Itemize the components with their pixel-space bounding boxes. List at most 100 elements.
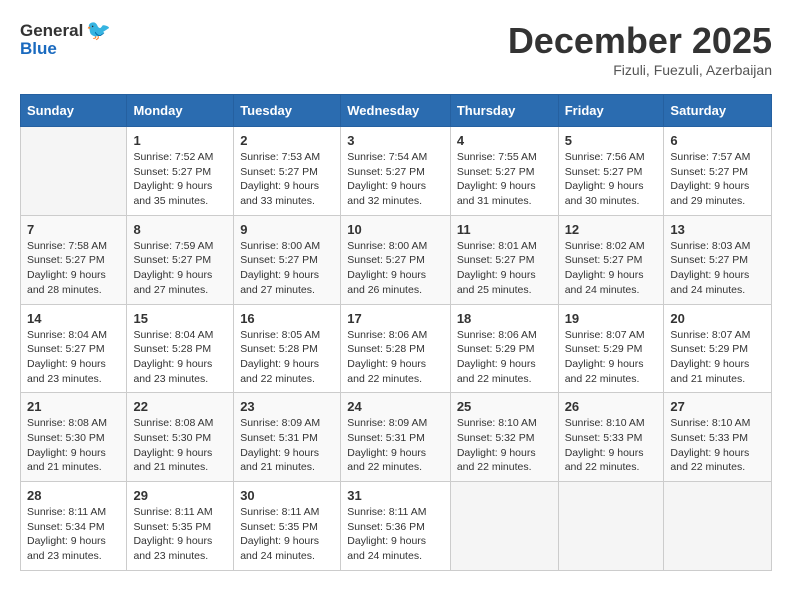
logo-bird-icon: 🐦: [86, 20, 111, 42]
day-info: Sunrise: 8:04 AMSunset: 5:27 PMDaylight:…: [27, 328, 120, 387]
day-number: 30: [240, 488, 334, 503]
day-number: 17: [347, 311, 444, 326]
day-number: 18: [457, 311, 552, 326]
day-info: Sunrise: 8:11 AMSunset: 5:35 PMDaylight:…: [240, 505, 334, 564]
calendar-cell: 4Sunrise: 7:55 AMSunset: 5:27 PMDaylight…: [450, 127, 558, 216]
calendar-cell: [450, 482, 558, 571]
day-info: Sunrise: 8:11 AMSunset: 5:34 PMDaylight:…: [27, 505, 120, 564]
day-info: Sunrise: 8:06 AMSunset: 5:29 PMDaylight:…: [457, 328, 552, 387]
day-info: Sunrise: 8:10 AMSunset: 5:32 PMDaylight:…: [457, 416, 552, 475]
day-info: Sunrise: 8:03 AMSunset: 5:27 PMDaylight:…: [670, 239, 765, 298]
day-info: Sunrise: 8:11 AMSunset: 5:36 PMDaylight:…: [347, 505, 444, 564]
header: General 🐦 Blue December 2025 Fizuli, Fue…: [20, 20, 772, 78]
calendar-cell: 26 Sunrise: 8:10 AMSunset: 5:33 PMDayligh…: [558, 393, 664, 482]
day-number: 21: [27, 399, 120, 414]
day-info: Sunrise: 8:02 AMSunset: 5:27 PMDaylight:…: [565, 239, 658, 298]
day-info: Sunrise: 8:10 AMSunset: 5:33 PMDaylight:…: [565, 416, 658, 475]
calendar-cell: 28 Sunrise: 8:11 AMSunset: 5:34 PMDayligh…: [21, 482, 127, 571]
day-number: 27: [670, 399, 765, 414]
day-number: 7: [27, 222, 120, 237]
day-info: Sunrise: 8:07 AMSunset: 5:29 PMDaylight:…: [565, 328, 658, 387]
day-number: 10: [347, 222, 444, 237]
day-info: Sunrise: 8:08 AMSunset: 5:30 PMDaylight:…: [27, 416, 120, 475]
calendar-cell: 22 Sunrise: 8:08 AMSunset: 5:30 PMDayligh…: [127, 393, 234, 482]
day-number: 16: [240, 311, 334, 326]
calendar-cell: 3Sunrise: 7:54 AMSunset: 5:27 PMDaylight…: [341, 127, 451, 216]
calendar-cell: 24 Sunrise: 8:09 AMSunset: 5:31 PMDayligh…: [341, 393, 451, 482]
logo-blue: Blue: [20, 40, 57, 59]
header-tuesday: Tuesday: [234, 95, 341, 127]
calendar-cell: 2 Sunrise: 7:53 AMSunset: 5:27 PMDaylight…: [234, 127, 341, 216]
calendar-cell: 30 Sunrise: 8:11 AMSunset: 5:35 PMDayligh…: [234, 482, 341, 571]
calendar-cell: 18 Sunrise: 8:06 AMSunset: 5:29 PMDayligh…: [450, 304, 558, 393]
calendar-cell: [558, 482, 664, 571]
day-number: 4: [457, 133, 552, 148]
day-number: 14: [27, 311, 120, 326]
day-number: 8: [133, 222, 227, 237]
day-info: Sunrise: 8:06 AMSunset: 5:28 PMDaylight:…: [347, 328, 444, 387]
week-row-5: 28 Sunrise: 8:11 AMSunset: 5:34 PMDayligh…: [21, 482, 772, 571]
day-number: 9: [240, 222, 334, 237]
calendar-cell: 29Sunrise: 8:11 AMSunset: 5:35 PMDayligh…: [127, 482, 234, 571]
calendar-cell: 21 Sunrise: 8:08 AMSunset: 5:30 PMDayligh…: [21, 393, 127, 482]
day-number: 25: [457, 399, 552, 414]
logo: General 🐦 Blue: [20, 20, 111, 59]
day-info: Sunrise: 7:54 AMSunset: 5:27 PMDaylight:…: [347, 150, 444, 209]
calendar-header-row: SundayMondayTuesdayWednesdayThursdayFrid…: [21, 95, 772, 127]
calendar-cell: 6Sunrise: 7:57 AMSunset: 5:27 PMDaylight…: [664, 127, 772, 216]
day-info: Sunrise: 8:00 AMSunset: 5:27 PMDaylight:…: [240, 239, 334, 298]
day-number: 15: [133, 311, 227, 326]
week-row-2: 7Sunrise: 7:58 AMSunset: 5:27 PMDaylight…: [21, 215, 772, 304]
day-number: 23: [240, 399, 334, 414]
location-subtitle: Fizuli, Fuezuli, Azerbaijan: [508, 62, 772, 78]
day-info: Sunrise: 8:01 AMSunset: 5:27 PMDaylight:…: [457, 239, 552, 298]
day-number: 12: [565, 222, 658, 237]
month-year-title: December 2025: [508, 20, 772, 62]
day-number: 5: [565, 133, 658, 148]
day-number: 2: [240, 133, 334, 148]
calendar-table: SundayMondayTuesdayWednesdayThursdayFrid…: [20, 94, 772, 571]
day-number: 28: [27, 488, 120, 503]
calendar-cell: 1 Sunrise: 7:52 AMSunset: 5:27 PMDaylight…: [127, 127, 234, 216]
calendar-cell: 16 Sunrise: 8:05 AMSunset: 5:28 PMDayligh…: [234, 304, 341, 393]
day-number: 22: [133, 399, 227, 414]
day-number: 24: [347, 399, 444, 414]
day-info: Sunrise: 8:04 AMSunset: 5:28 PMDaylight:…: [133, 328, 227, 387]
day-number: 19: [565, 311, 658, 326]
day-info: Sunrise: 7:56 AMSunset: 5:27 PMDaylight:…: [565, 150, 658, 209]
calendar-cell: 20Sunrise: 8:07 AMSunset: 5:29 PMDayligh…: [664, 304, 772, 393]
day-number: 31: [347, 488, 444, 503]
day-info: Sunrise: 7:53 AMSunset: 5:27 PMDaylight:…: [240, 150, 334, 209]
day-info: Sunrise: 7:59 AMSunset: 5:27 PMDaylight:…: [133, 239, 227, 298]
logo-general: General: [20, 22, 83, 41]
header-friday: Friday: [558, 95, 664, 127]
day-info: Sunrise: 8:09 AMSunset: 5:31 PMDaylight:…: [347, 416, 444, 475]
calendar-cell: 12 Sunrise: 8:02 AMSunset: 5:27 PMDayligh…: [558, 215, 664, 304]
calendar-cell: [664, 482, 772, 571]
day-info: Sunrise: 8:07 AMSunset: 5:29 PMDaylight:…: [670, 328, 765, 387]
calendar-cell: 9 Sunrise: 8:00 AMSunset: 5:27 PMDaylight…: [234, 215, 341, 304]
calendar-cell: 13Sunrise: 8:03 AMSunset: 5:27 PMDayligh…: [664, 215, 772, 304]
day-number: 6: [670, 133, 765, 148]
day-number: 26: [565, 399, 658, 414]
calendar-cell: 7Sunrise: 7:58 AMSunset: 5:27 PMDaylight…: [21, 215, 127, 304]
calendar-cell: 15 Sunrise: 8:04 AMSunset: 5:28 PMDayligh…: [127, 304, 234, 393]
calendar-cell: 8 Sunrise: 7:59 AMSunset: 5:27 PMDaylight…: [127, 215, 234, 304]
day-number: 1: [133, 133, 227, 148]
calendar-cell: 14 Sunrise: 8:04 AMSunset: 5:27 PMDayligh…: [21, 304, 127, 393]
day-info: Sunrise: 8:08 AMSunset: 5:30 PMDaylight:…: [133, 416, 227, 475]
day-info: Sunrise: 8:00 AMSunset: 5:27 PMDaylight:…: [347, 239, 444, 298]
week-row-3: 14 Sunrise: 8:04 AMSunset: 5:27 PMDayligh…: [21, 304, 772, 393]
calendar-cell: 25 Sunrise: 8:10 AMSunset: 5:32 PMDayligh…: [450, 393, 558, 482]
header-saturday: Saturday: [664, 95, 772, 127]
calendar-cell: 27Sunrise: 8:10 AMSunset: 5:33 PMDayligh…: [664, 393, 772, 482]
day-info: Sunrise: 8:05 AMSunset: 5:28 PMDaylight:…: [240, 328, 334, 387]
day-number: 11: [457, 222, 552, 237]
day-info: Sunrise: 7:52 AMSunset: 5:27 PMDaylight:…: [133, 150, 227, 209]
calendar-cell: 31 Sunrise: 8:11 AMSunset: 5:36 PMDayligh…: [341, 482, 451, 571]
title-area: December 2025 Fizuli, Fuezuli, Azerbaija…: [508, 20, 772, 78]
week-row-4: 21 Sunrise: 8:08 AMSunset: 5:30 PMDayligh…: [21, 393, 772, 482]
calendar-cell: 11 Sunrise: 8:01 AMSunset: 5:27 PMDayligh…: [450, 215, 558, 304]
calendar-cell: 17 Sunrise: 8:06 AMSunset: 5:28 PMDayligh…: [341, 304, 451, 393]
calendar-cell: 10 Sunrise: 8:00 AMSunset: 5:27 PMDayligh…: [341, 215, 451, 304]
